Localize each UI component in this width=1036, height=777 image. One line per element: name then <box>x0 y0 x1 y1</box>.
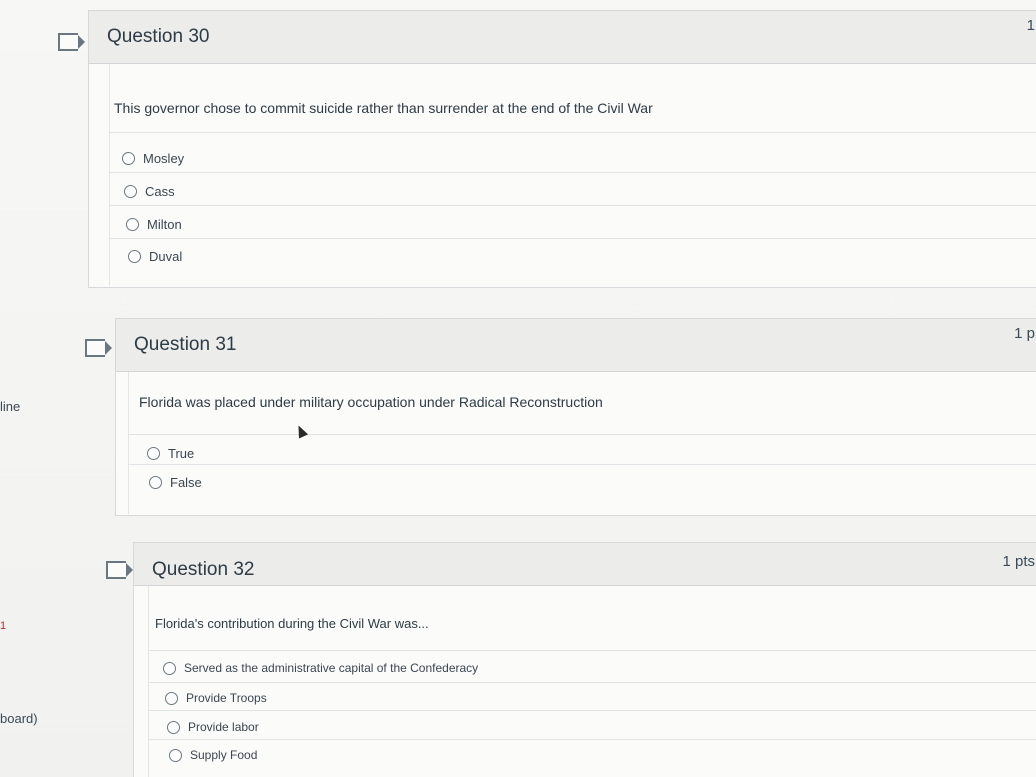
question-title: Question 30 <box>107 26 210 47</box>
answer-option[interactable]: Provide labor <box>167 717 259 737</box>
question-text: This governor chose to commit suicide ra… <box>114 100 653 116</box>
question-header: Question 32 1 pts <box>134 543 1036 586</box>
question-body: Florida's contribution during the Civil … <box>148 586 1036 777</box>
answer-label: True <box>168 445 195 461</box>
answer-label: Provide labor <box>188 720 259 734</box>
answer-label: False <box>170 474 202 490</box>
question-header: Question 30 1 <box>89 11 1036 64</box>
radio-button-icon[interactable] <box>126 217 139 231</box>
answer-label: Cass <box>145 183 175 199</box>
question-body: This governor chose to commit suicide ra… <box>109 64 1036 286</box>
answer-option[interactable]: Served as the administrative capital of … <box>163 658 478 678</box>
answer-option[interactable]: Milton <box>126 214 182 234</box>
radio-button-icon[interactable] <box>128 249 141 263</box>
answer-option[interactable]: Supply Food <box>169 745 257 765</box>
answer-label: Served as the administrative capital of … <box>184 661 479 675</box>
answer-label: Duval <box>149 248 183 264</box>
answer-label: Milton <box>147 216 182 232</box>
radio-button-icon[interactable] <box>167 720 180 734</box>
answer-option[interactable]: Provide Troops <box>165 688 267 708</box>
flag-icon[interactable] <box>85 339 112 357</box>
sidebar-marker: 1 <box>0 620 7 632</box>
flag-icon[interactable] <box>58 33 85 51</box>
flag-icon[interactable] <box>106 561 133 579</box>
answer-label: Supply Food <box>190 748 258 762</box>
question-points: 1 <box>1026 17 1035 34</box>
question-card-30: Question 30 1 This governor chose to com… <box>88 10 1036 288</box>
sidebar-label-board[interactable]: board) <box>0 711 38 726</box>
radio-button-icon[interactable] <box>124 184 137 198</box>
answer-option[interactable]: True <box>147 443 194 463</box>
question-card-31: Question 31 1 p Florida was placed under… <box>115 318 1036 516</box>
question-text: Florida's contribution during the Civil … <box>155 616 429 631</box>
question-points: 1 pts <box>1002 553 1035 570</box>
question-points: 1 p <box>1014 325 1035 342</box>
question-title: Question 32 <box>152 559 255 580</box>
answer-option[interactable]: Cass <box>124 181 175 201</box>
answer-label: Provide Troops <box>186 691 267 705</box>
radio-button-icon[interactable] <box>169 748 182 762</box>
radio-button-icon[interactable] <box>163 661 176 675</box>
radio-button-icon[interactable] <box>147 446 160 460</box>
question-title: Question 31 <box>134 334 237 355</box>
quiz-page: line 1 board) Question 30 1 This governo… <box>0 0 1036 777</box>
answer-option[interactable]: False <box>149 472 202 492</box>
question-header: Question 31 1 p <box>116 319 1036 372</box>
question-text: Florida was placed under military occupa… <box>139 394 603 410</box>
question-body: Florida was placed under military occupa… <box>128 372 1036 514</box>
radio-button-icon[interactable] <box>149 475 162 489</box>
question-card-32: Question 32 1 pts Florida's contribution… <box>133 542 1036 777</box>
answer-label: Mosley <box>143 150 185 166</box>
radio-button-icon[interactable] <box>122 151 135 165</box>
answer-option[interactable]: Mosley <box>122 148 184 168</box>
answer-option[interactable]: Duval <box>128 246 182 266</box>
sidebar-label-line[interactable]: line <box>0 399 20 414</box>
radio-button-icon[interactable] <box>165 691 178 705</box>
